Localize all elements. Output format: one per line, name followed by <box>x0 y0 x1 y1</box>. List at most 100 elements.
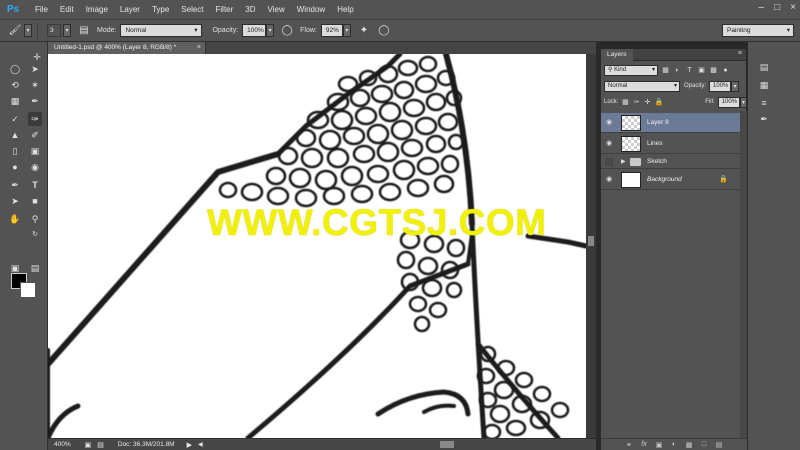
dodge-tool-icon[interactable]: ◉ <box>28 160 42 174</box>
layer-opacity-input[interactable]: 100% <box>709 80 732 92</box>
background-color-swatch[interactable] <box>20 282 36 298</box>
tab-layers[interactable]: Layers <box>601 49 633 61</box>
marquee-tool-icon[interactable]: ◯ <box>8 62 22 76</box>
menu-window[interactable]: Window <box>291 0 331 20</box>
link-layers-icon[interactable]: ⚭ <box>625 441 634 449</box>
hand-tool-icon[interactable]: ✋ <box>8 212 22 226</box>
path-selection-tool-icon[interactable]: ➤ <box>8 194 22 208</box>
lock-position-icon[interactable]: ✛ <box>644 98 652 107</box>
properties-icon[interactable]: ≡ <box>756 96 772 110</box>
menu-edit[interactable]: Edit <box>54 0 80 20</box>
layer-style-icon[interactable]: fx <box>640 441 649 448</box>
filter-adjustment-icon[interactable]: ◐ <box>673 66 682 75</box>
menu-type[interactable]: Type <box>146 0 175 20</box>
layer-row[interactable]: ◉ Background 🔒 <box>601 170 740 190</box>
opacity-dropdown[interactable]: ▾ <box>266 24 275 37</box>
new-group-icon[interactable]: ▦ <box>685 441 694 449</box>
close-tab-icon[interactable]: × <box>197 42 201 54</box>
document-tab[interactable]: Untitled-1.psd @ 400% (Layer 8, RGB/8) *… <box>48 42 206 54</box>
filter-kind-select[interactable]: ⚲ Kind ▾ <box>604 64 658 76</box>
brush-presets-icon[interactable]: ▦ <box>756 78 772 92</box>
layer-name[interactable]: Sketch <box>647 155 667 169</box>
expand-arrow-icon[interactable]: ▶ <box>621 155 626 169</box>
eyedropper-tool-icon[interactable]: ✒ <box>28 94 42 108</box>
screen-mode-icon[interactable]: ▤ <box>28 261 42 275</box>
magic-wand-tool-icon[interactable]: ✶ <box>28 78 42 92</box>
status-icon[interactable]: ▣ <box>85 441 92 449</box>
menu-select[interactable]: Select <box>175 0 209 20</box>
filter-type-icon[interactable]: T <box>685 66 694 75</box>
filter-pixel-icon[interactable]: ▦ <box>661 66 670 75</box>
healing-brush-tool-icon[interactable]: ✓ <box>8 112 22 126</box>
quick-mask-icon[interactable]: ▣ <box>8 261 22 275</box>
crop-tool-icon[interactable]: ▦ <box>8 94 22 108</box>
minimize-icon[interactable]: – <box>759 2 765 13</box>
status-menu-icon[interactable]: ▶ <box>187 441 192 449</box>
eraser-tool-icon[interactable]: ▯ <box>8 144 22 158</box>
flow-input[interactable]: 92% <box>320 24 343 37</box>
menu-file[interactable]: File <box>29 0 54 20</box>
brush-panel-icon[interactable]: ▤ <box>77 24 91 38</box>
pressure-size-icon[interactable]: ◯ <box>377 24 391 38</box>
lock-transparent-icon[interactable]: ▦ <box>621 98 629 107</box>
gradient-tool-icon[interactable]: ▣ <box>28 144 42 158</box>
brush-tool-icon[interactable]: ✑ <box>28 112 42 126</box>
layer-group-row[interactable]: ▶ Sketch <box>601 155 740 169</box>
horizontal-scroll-thumb[interactable] <box>440 441 454 448</box>
vertical-scroll-thumb[interactable] <box>588 236 594 246</box>
hidden-eye-icon[interactable] <box>605 158 613 166</box>
lasso-tool-icon[interactable]: ⟲ <box>8 78 22 92</box>
clone-stamp-tool-icon[interactable]: ▲ <box>8 128 22 142</box>
scroll-left-icon[interactable]: ◀ <box>198 441 203 448</box>
zoom-level[interactable]: 400% <box>54 441 71 448</box>
brush-size-picker[interactable]: 3 <box>47 24 61 37</box>
workspace-switcher[interactable]: Painting <box>722 24 794 37</box>
brush-tool-preset-icon[interactable]: 🖌 <box>8 24 22 38</box>
tool-presets-icon[interactable]: ✒ <box>756 112 772 126</box>
menu-layer[interactable]: Layer <box>114 0 146 20</box>
tool-preset-dropdown[interactable]: ▾ <box>24 24 32 37</box>
new-layer-icon[interactable]: □ <box>700 441 709 448</box>
layer-fill-input[interactable]: 100% <box>717 96 740 108</box>
pressure-opacity-icon[interactable]: ◯ <box>280 24 294 38</box>
flow-dropdown[interactable]: ▾ <box>342 24 351 37</box>
layer-row[interactable]: ◉ Lines <box>601 134 740 154</box>
lock-image-icon[interactable]: ✑ <box>632 98 640 107</box>
menu-3d[interactable]: 3D <box>239 0 261 20</box>
layer-opacity-dropdown[interactable]: ▾ <box>731 80 740 92</box>
layer-name[interactable]: Background <box>647 170 682 190</box>
close-icon[interactable]: × <box>790 2 796 13</box>
panel-menu-icon[interactable]: ≡ <box>738 50 742 57</box>
blur-tool-icon[interactable]: ● <box>8 160 22 174</box>
adjustment-layer-icon[interactable]: ◐ <box>670 441 679 448</box>
blend-mode-select[interactable]: Normal ▾ <box>604 80 680 92</box>
layer-row[interactable]: ◉ Layer 8 <box>601 113 740 133</box>
filter-smart-object-icon[interactable]: ▩ <box>709 66 718 75</box>
menu-view[interactable]: View <box>262 0 291 20</box>
menu-image[interactable]: Image <box>80 0 114 20</box>
vertical-scrollbar[interactable] <box>586 54 596 438</box>
layers-scrollbar[interactable] <box>740 111 747 441</box>
menu-filter[interactable]: Filter <box>210 0 240 20</box>
zoom-tool-icon[interactable]: ⚲ <box>28 212 42 226</box>
delete-layer-icon[interactable]: ▤ <box>715 441 724 449</box>
canvas-area[interactable]: WWW.CGTSJ.COM <box>48 54 586 438</box>
pen-tool-icon[interactable]: ✒ <box>8 178 22 192</box>
menu-help[interactable]: Help <box>331 0 359 20</box>
status-icon-2[interactable]: ▤ <box>97 441 104 449</box>
eye-icon[interactable]: ◉ <box>605 119 613 127</box>
history-brush-tool-icon[interactable]: ✐ <box>28 128 42 142</box>
layer-name[interactable]: Layer 8 <box>647 113 669 133</box>
document-canvas[interactable] <box>48 54 586 438</box>
layer-name[interactable]: Lines <box>647 134 663 154</box>
add-mask-icon[interactable]: ▣ <box>655 441 664 449</box>
swap-colors-icon[interactable]: ↻ <box>28 227 42 241</box>
maximize-icon[interactable]: □ <box>774 2 780 13</box>
rectangle-tool-icon[interactable]: ■ <box>28 194 42 208</box>
brush-picker-dropdown[interactable]: ▾ <box>63 24 71 37</box>
mode-select[interactable]: Normal ▾ <box>120 24 203 37</box>
history-icon[interactable]: ▤ <box>756 60 772 74</box>
filter-shape-icon[interactable]: ▣ <box>697 66 706 75</box>
type-tool-icon[interactable]: T <box>28 178 42 192</box>
airbrush-icon[interactable]: ✦ <box>357 24 371 38</box>
